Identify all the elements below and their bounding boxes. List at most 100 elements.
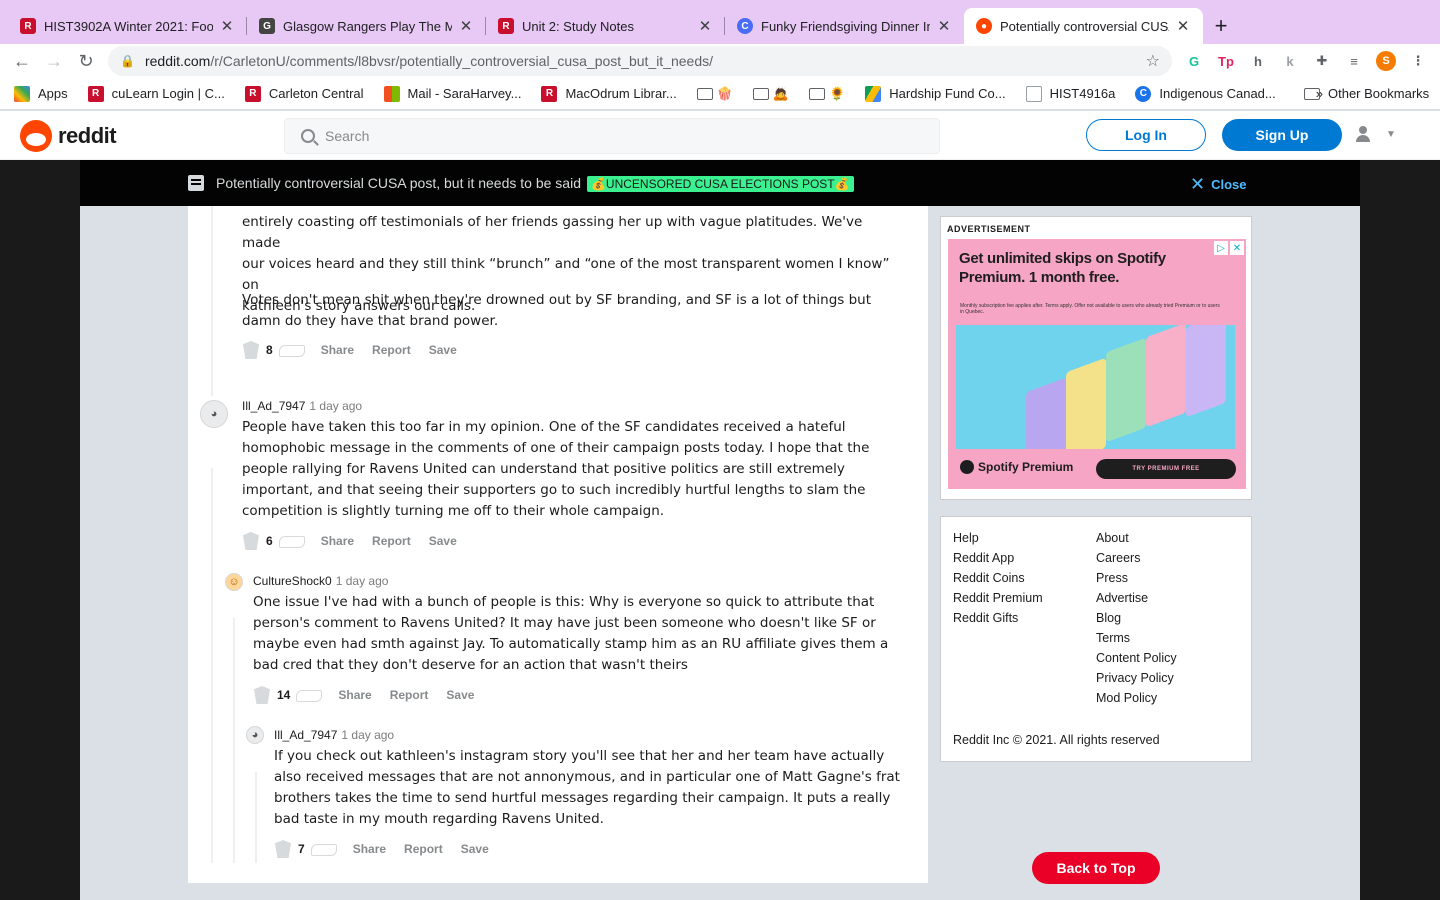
bookmark-label: Carleton Central [268, 86, 364, 101]
footer-link-reddit-gifts[interactable]: Reddit Gifts [953, 611, 1018, 625]
profile-avatar[interactable]: S [1376, 51, 1396, 71]
grammarly-extension-icon[interactable]: G [1184, 51, 1204, 71]
ravens-icon: R [244, 85, 261, 102]
bookmark-hardship-fund[interactable]: Hardship Fund Co... [865, 85, 1006, 102]
bookmark-label: HIST4916a [1049, 86, 1116, 101]
bookmark-label: Mail - SaraHarvey... [407, 86, 522, 101]
adchoices-icon[interactable]: ▷ [1214, 241, 1228, 255]
browser-menu-icon[interactable]: ⋮ [1408, 51, 1428, 71]
forward-arrow-icon[interactable]: → [38, 51, 70, 72]
bookmark-label: cuLearn Login | C... [111, 86, 225, 101]
browser-tab-2[interactable]: G Glasgow Rangers Play The Mo: ✕ [247, 8, 486, 44]
footer-link-help[interactable]: Help [953, 531, 979, 545]
footer-link-reddit-app[interactable]: Reddit App [953, 551, 1014, 565]
reddit-header: reddit Search Log In Sign Up ▼ [0, 111, 1440, 160]
tp-extension-icon[interactable]: Tp [1216, 51, 1236, 71]
lock-icon[interactable]: 🔒 [120, 54, 135, 68]
save-button[interactable]: Save [461, 842, 489, 856]
spotify-logo-icon [960, 460, 974, 474]
close-post-button[interactable]: ✕ Close [1190, 174, 1247, 195]
report-button[interactable]: Report [404, 842, 443, 856]
bookmark-culearn[interactable]: R cuLearn Login | C... [87, 85, 225, 102]
google-drive-icon [865, 85, 882, 102]
search-input[interactable]: Search [284, 118, 940, 154]
footer-link-privacy-policy[interactable]: Privacy Policy [1096, 671, 1174, 685]
ad-headline: Get unlimited skips on Spotify Premium. … [959, 250, 1166, 286]
url-host: reddit.com [144, 53, 211, 69]
tab-title: Unit 2: Study Notes [522, 18, 634, 34]
close-icon: ✕ [1190, 174, 1206, 194]
search-placeholder: Search [325, 128, 370, 144]
bookmark-folder-3[interactable]: 🌻 [809, 86, 845, 102]
bookmarks-bar: Apps R cuLearn Login | C... R Carleton C… [0, 78, 1440, 110]
ad-tile [1026, 377, 1066, 449]
ad-label: ADVERTISEMENT [947, 224, 1031, 234]
tab-close-icon[interactable]: ✕ [936, 17, 952, 35]
back-arrow-icon[interactable]: ← [6, 51, 38, 72]
tab-close-icon[interactable]: ✕ [458, 17, 474, 35]
footer-link-terms[interactable]: Terms [1096, 631, 1130, 645]
bookmark-star-icon[interactable]: ☆ [1146, 51, 1160, 71]
comment-line: bad taste in my mouth regarding Ravens U… [274, 811, 604, 827]
footer-link-blog[interactable]: Blog [1096, 611, 1121, 625]
ad-cta-button[interactable]: TRY PREMIUM FREE [1096, 459, 1236, 479]
ad-close-icon[interactable]: ✕ [1230, 241, 1244, 255]
address-bar[interactable]: 🔒 reddit.com/r/CarletonU/comments/l8bvsr… [108, 46, 1172, 76]
bookmark-apps[interactable]: Apps [14, 85, 68, 102]
bookmark-mail[interactable]: Mail - SaraHarvey... [383, 85, 522, 102]
reddit-logo[interactable]: reddit [20, 120, 117, 152]
footer-link-content-policy[interactable]: Content Policy [1096, 651, 1177, 665]
comment-author[interactable]: Ill_Ad_7947 [274, 728, 337, 742]
bookmark-indigenous[interactable]: C Indigenous Canad... [1135, 85, 1276, 102]
ad-tile [1146, 325, 1186, 428]
downvote-icon[interactable] [310, 842, 337, 856]
extension-icon[interactable]: k [1280, 51, 1300, 71]
bookmark-macodrum[interactable]: R MacOdrum Librar... [541, 85, 677, 102]
bookmark-other[interactable]: Other Bookmarks [1304, 86, 1429, 101]
ravens-icon: R [541, 85, 558, 102]
footer-link-about[interactable]: About [1096, 531, 1129, 545]
tab-close-icon[interactable]: ✕ [697, 17, 713, 35]
vote-count: 7 [298, 842, 305, 856]
folder-icon [696, 87, 713, 100]
footer-link-advertise[interactable]: Advertise [1096, 591, 1148, 605]
reddit-wordmark: reddit [58, 123, 117, 148]
new-tab-plus-icon[interactable]: + [1203, 8, 1239, 44]
extension-icon[interactable]: h [1248, 51, 1268, 71]
bookmark-folder-1[interactable]: 🍿 [696, 86, 733, 102]
bookmark-hist4916a[interactable]: HIST4916a [1025, 85, 1116, 102]
back-to-top-button[interactable]: Back to Top [1032, 852, 1160, 884]
bookmark-carleton-central[interactable]: R Carleton Central [244, 85, 364, 102]
browser-tab-1[interactable]: R HIST3902A Winter 2021: Footb ✕ [8, 8, 247, 44]
footer-link-careers[interactable]: Careers [1096, 551, 1140, 565]
footer-link-press[interactable]: Press [1096, 571, 1128, 585]
page-favicon-icon: G [259, 18, 275, 34]
nested-comment-layer: ◕ Ill_Ad_7947 1 day ago If you check out … [188, 206, 928, 883]
tab-title: HIST3902A Winter 2021: Footb [44, 18, 213, 34]
footer-link-reddit-premium[interactable]: Reddit Premium [953, 591, 1043, 605]
tab-close-icon[interactable]: ✕ [1175, 17, 1191, 35]
sign-up-button[interactable]: Sign Up [1222, 119, 1342, 151]
ad-tile [1066, 357, 1106, 449]
user-icon [1354, 125, 1372, 143]
spotify-ad[interactable]: Get unlimited skips on Spotify Premium. … [948, 239, 1246, 489]
footer-link-mod-policy[interactable]: Mod Policy [1096, 691, 1157, 705]
user-menu-dropdown[interactable]: ▼ [1354, 125, 1396, 143]
footer-link-reddit-coins[interactable]: Reddit Coins [953, 571, 1025, 585]
media-control-icon[interactable]: ≡ [1344, 51, 1364, 71]
share-button[interactable]: Share [353, 842, 386, 856]
upvote-icon[interactable] [272, 838, 294, 860]
ad-brand-name: Spotify Premium [978, 460, 1074, 474]
log-in-button[interactable]: Log In [1086, 119, 1206, 151]
bookmark-folder-2[interactable]: 🙇 [752, 85, 790, 102]
reload-icon[interactable]: ↻ [70, 51, 102, 72]
browser-tab-3[interactable]: R Unit 2: Study Notes ✕ [486, 8, 725, 44]
avatar[interactable]: ◕ [246, 726, 264, 744]
person-emoji-icon: 🙇 [772, 85, 790, 101]
browser-tab-4[interactable]: C Funky Friendsgiving Dinner Inv ✕ [725, 8, 964, 44]
post-title: Potentially controversial CUSA post, but… [216, 175, 854, 192]
comment-time[interactable]: 1 day ago [341, 728, 394, 742]
tab-close-icon[interactable]: ✕ [219, 17, 235, 35]
puzzle-extensions-icon[interactable]: ✚ [1312, 51, 1332, 71]
browser-tab-5[interactable]: ● Potentially controversial CUSA ✕ [964, 8, 1203, 44]
